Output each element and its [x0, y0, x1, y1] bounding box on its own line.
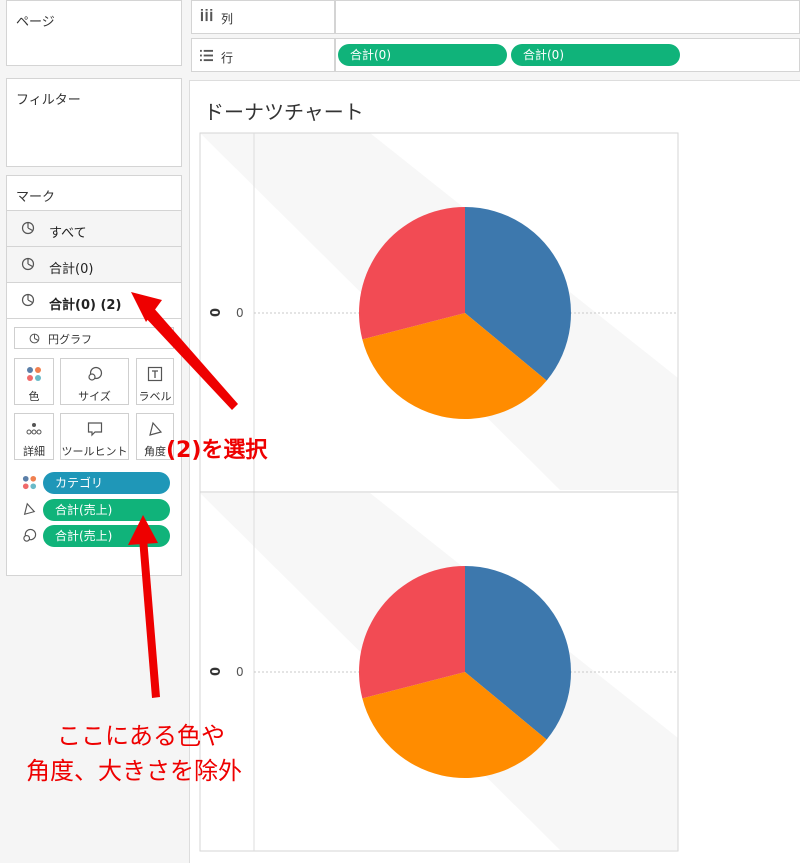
axis-title: 0: [209, 307, 225, 318]
axis-tick: 0: [236, 306, 244, 320]
remove-annotation-line1: ここにある色や: [57, 722, 225, 750]
remove-annotation-line2: 角度、大きさを除外: [26, 757, 242, 785]
select-annotation: (2)を選択: [166, 438, 268, 463]
axis-title: 0: [209, 666, 225, 677]
axis-tick: 0: [236, 665, 244, 679]
